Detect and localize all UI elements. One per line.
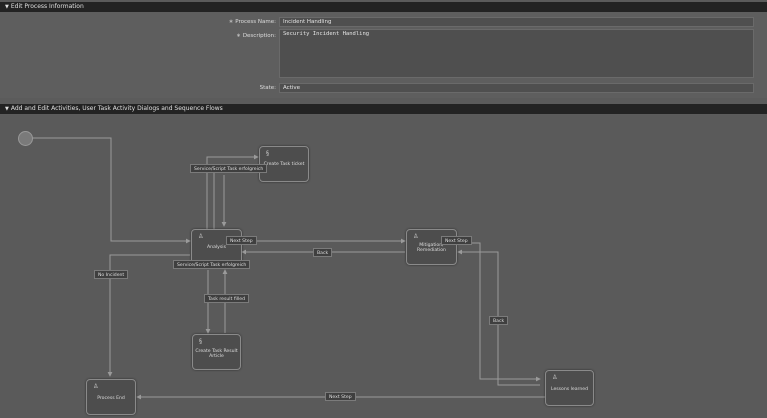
collapse-triangle-icon[interactable]: ▼ (5, 104, 9, 114)
flow-label-next-step[interactable]: Next Step (441, 236, 472, 245)
activities-header[interactable]: ▼ Add and Edit Activities, User Task Acti… (0, 104, 767, 114)
description-label-text: Description: (242, 33, 276, 39)
state-select[interactable]: Active (279, 83, 754, 93)
process-name-label: ∗ Process Name: (200, 19, 276, 25)
user-icon: ♙ (552, 374, 558, 381)
required-marker: ∗ (236, 33, 241, 39)
process-info-title: Edit Process Information (10, 3, 84, 10)
flow-label-back[interactable]: Back (489, 316, 509, 325)
task-lessons-learned[interactable]: ♙ Lessons learned (545, 370, 594, 406)
flow-label-back[interactable]: Back (313, 248, 333, 257)
task-label: Lessons learned (550, 387, 589, 392)
flow-label-no-incident[interactable]: No Incident (94, 270, 129, 279)
process-canvas[interactable]: § Create Task ticket ♙ Analysis ♙ Mitiga… (0, 115, 767, 418)
flow-label-task-result-filled[interactable]: Task result filled (204, 294, 250, 303)
process-name-input[interactable]: Incident Handling (279, 17, 754, 27)
required-marker: ∗ (228, 19, 234, 25)
activities-title: Add and Edit Activities, User Task Activ… (10, 105, 223, 112)
state-label: State: (259, 85, 276, 91)
process-info-panel: ∗ Process Name: Incident Handling ∗ Descri… (0, 12, 767, 98)
task-label: Create Task Result Article (195, 349, 238, 359)
script-icon: § (266, 150, 269, 157)
description-label: ∗ Description: (200, 33, 276, 39)
collapse-triangle-icon[interactable]: ▼ (5, 2, 9, 12)
process-info-header[interactable]: ▼ Edit Process Information (0, 2, 767, 12)
flow-mitigation-lessons (458, 240, 541, 382)
description-textarea[interactable]: Security Incident Handling (279, 29, 754, 78)
process-name-label-text: Process Name: (235, 19, 276, 25)
flow-start-analysis (32, 137, 191, 244)
flow-label-service-top[interactable]: Service/Script Task erfolgreich (190, 164, 268, 173)
user-icon: ♙ (413, 233, 419, 240)
flow-label-next-step[interactable]: Next Step (226, 236, 257, 245)
sequence-flow-lines (32, 137, 545, 400)
flow-analysis-ticket-2 (213, 164, 259, 230)
user-icon: ♙ (198, 233, 204, 240)
task-create-result[interactable]: § Create Task Result Article (192, 334, 241, 370)
user-icon: ♙ (93, 383, 99, 390)
task-label: Process End (97, 396, 125, 401)
task-process-end[interactable]: ♙ Process End (86, 379, 136, 415)
script-icon: § (199, 338, 202, 345)
start-event[interactable] (18, 131, 33, 146)
task-mitigation[interactable]: ♙ Mitigation/ Remediation (406, 229, 457, 265)
flow-label-service-mid[interactable]: Service/Script Task erfolgreich (173, 260, 251, 269)
flow-label-next-step[interactable]: Next Step (325, 392, 356, 401)
